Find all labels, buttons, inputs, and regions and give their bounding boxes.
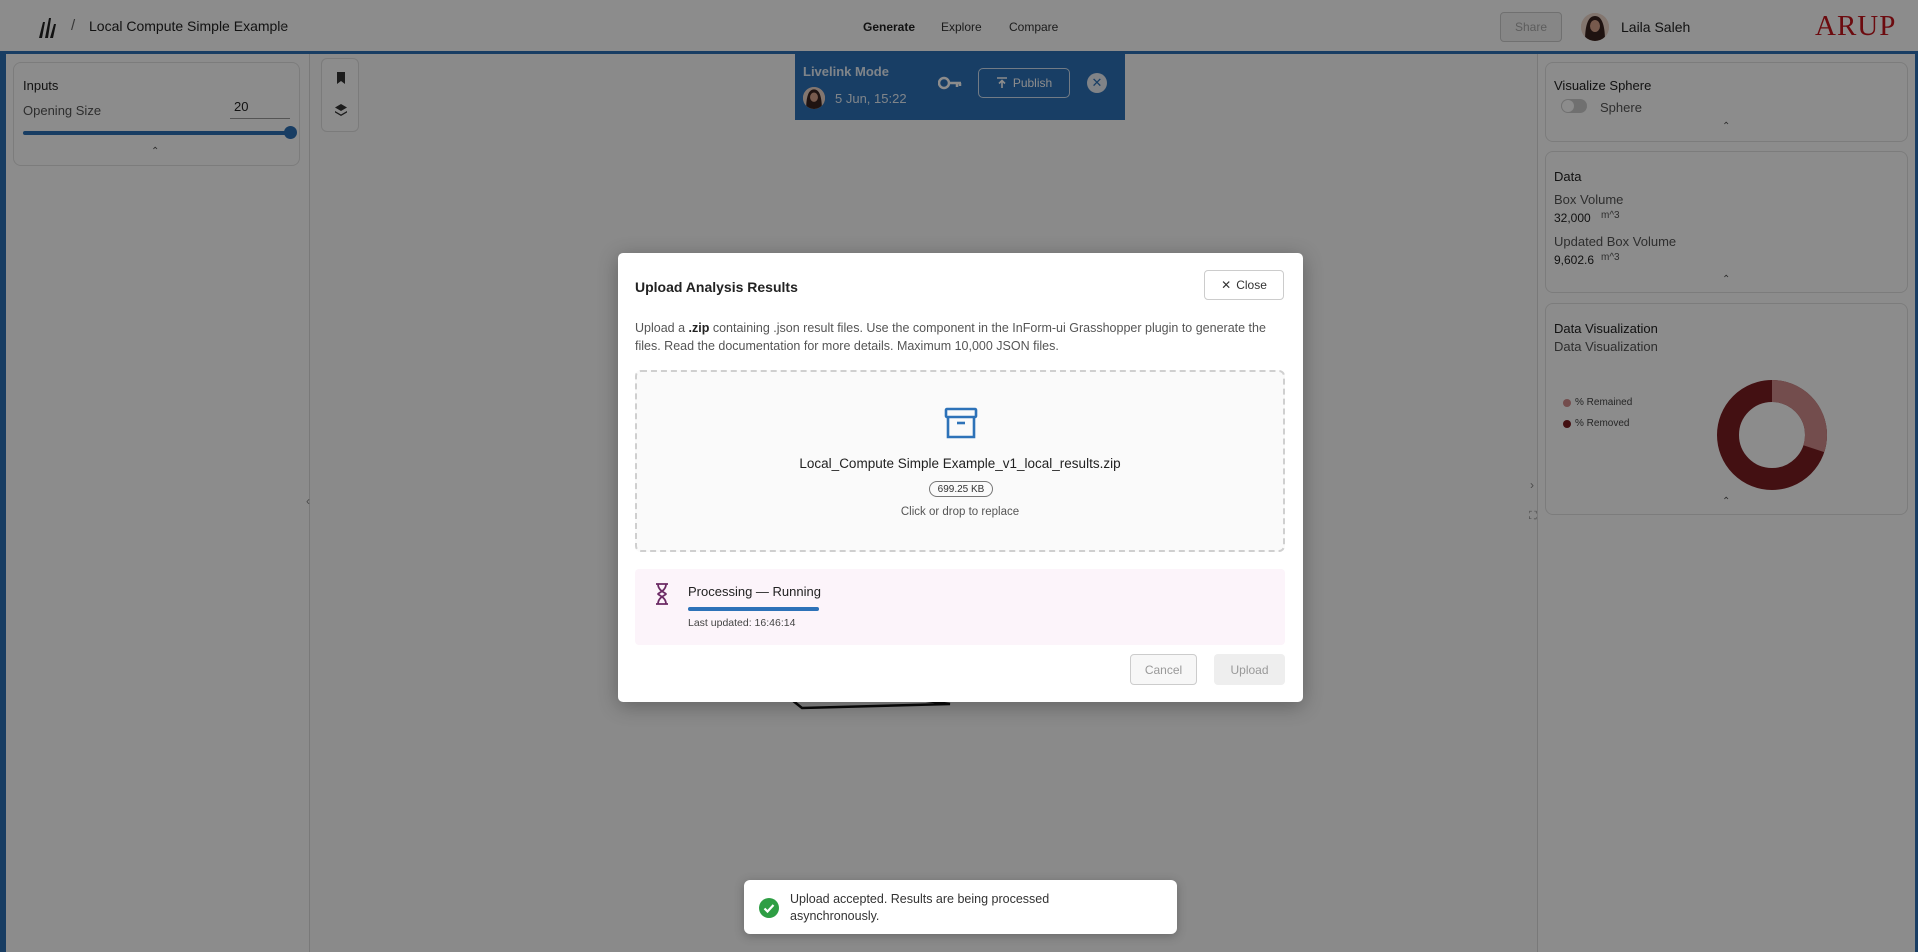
progress-bar bbox=[688, 607, 819, 611]
processing-title: Processing — Running bbox=[688, 584, 821, 599]
file-size-badge: 699.25 KB bbox=[929, 481, 993, 497]
desc-prefix: Upload a bbox=[635, 321, 689, 335]
replace-hint: Click or drop to replace bbox=[900, 506, 1020, 518]
last-updated: Last updated: 16:46:14 bbox=[688, 617, 796, 629]
file-dropzone[interactable]: Local_Compute Simple Example_v1_local_re… bbox=[635, 370, 1285, 552]
hourglass-icon bbox=[656, 583, 668, 605]
desc-suffix: containing .json result files. Use the c… bbox=[635, 321, 1266, 353]
close-label: Close bbox=[1236, 278, 1267, 292]
success-toast: Upload accepted. Results are being proce… bbox=[744, 880, 1177, 934]
upload-results-dialog: Upload Analysis Results ✕ Close Upload a… bbox=[618, 253, 1303, 702]
desc-zip: .zip bbox=[688, 321, 710, 335]
file-name: Local_Compute Simple Example_v1_local_re… bbox=[799, 456, 1121, 471]
toast-message: Upload accepted. Results are being proce… bbox=[790, 892, 1050, 923]
dialog-title: Upload Analysis Results bbox=[635, 279, 798, 295]
upload-button[interactable]: Upload bbox=[1214, 654, 1285, 685]
dialog-description: Upload a .zip containing .json result fi… bbox=[635, 319, 1285, 355]
progress-fill bbox=[688, 607, 819, 611]
close-button[interactable]: ✕ Close bbox=[1204, 270, 1284, 300]
archive-icon bbox=[944, 407, 978, 439]
processing-status: Processing — Running Last updated: 16:46… bbox=[635, 569, 1285, 645]
check-circle-icon bbox=[759, 898, 779, 918]
close-icon: ✕ bbox=[1221, 278, 1232, 292]
cancel-button[interactable]: Cancel bbox=[1130, 654, 1197, 685]
